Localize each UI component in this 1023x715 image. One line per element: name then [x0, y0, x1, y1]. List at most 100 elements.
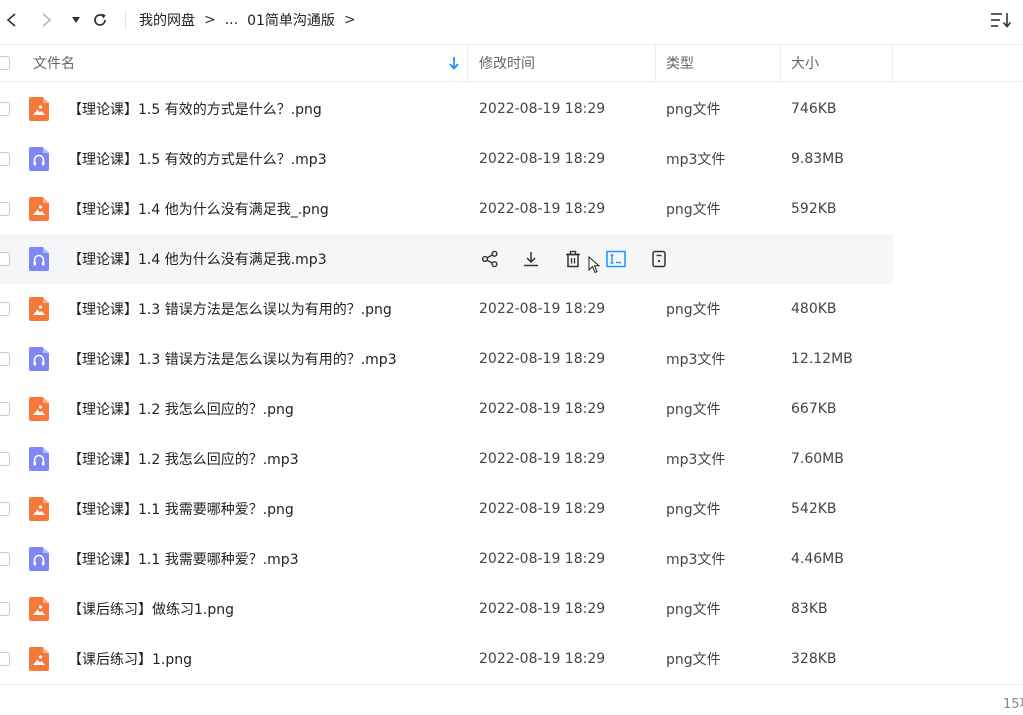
row-checkbox[interactable] — [0, 402, 10, 416]
file-row[interactable]: 【理论课】1.4 他为什么没有满足我.mp3 — [0, 234, 1023, 284]
toolbar: 我的网盘 > ... 01简单沟通版 > — [0, 0, 1023, 40]
file-name[interactable]: 【理论课】1.5 有效的方式是什么？.png — [68, 84, 322, 134]
file-modified: 2022-08-19 18:29 — [479, 551, 606, 567]
file-name[interactable]: 【理论课】1.2 我怎么回应的？.png — [68, 384, 294, 434]
rename-button[interactable] — [605, 247, 627, 271]
column-divider[interactable] — [467, 45, 468, 81]
image-file-icon — [29, 197, 49, 221]
sort-order-button[interactable] — [988, 8, 1014, 32]
header-name[interactable]: 文件名 — [33, 45, 75, 81]
sort-descending-icon[interactable] — [448, 56, 460, 70]
file-size: 4.46MB — [791, 551, 844, 567]
file-size: 746KB — [791, 101, 837, 117]
column-divider[interactable] — [892, 45, 893, 81]
file-row[interactable]: 【理论课】1.4 他为什么没有满足我_.png 2022-08-19 18:29… — [0, 184, 1023, 234]
image-file-icon — [29, 597, 49, 621]
breadcrumb-ellipsis[interactable]: ... — [225, 12, 238, 28]
image-file-icon-wrap — [29, 597, 49, 621]
more-button[interactable] — [648, 247, 670, 271]
breadcrumb-current[interactable]: 01简单沟通版 — [247, 10, 335, 30]
row-checkbox[interactable] — [0, 652, 10, 666]
column-divider[interactable] — [655, 45, 656, 81]
file-row[interactable]: 【理论课】1.3 错误方法是怎么误以为有用的？.mp3 2022-08-19 1… — [0, 334, 1023, 384]
audio-file-icon-wrap — [29, 347, 49, 371]
row-checkbox[interactable] — [0, 252, 10, 266]
image-file-icon — [29, 397, 49, 421]
back-button[interactable] — [0, 8, 24, 32]
file-manager-app: 我的网盘 > ... 01简单沟通版 > 文件名 修改时间 类型 大小 【理论课… — [0, 0, 1023, 715]
file-name[interactable]: 【理论课】1.4 他为什么没有满足我.mp3 — [68, 234, 327, 284]
sort-list-icon — [991, 13, 1012, 28]
mouse-cursor-icon — [588, 255, 601, 278]
item-count: 15项 — [1003, 697, 1023, 712]
header-type[interactable]: 类型 — [666, 45, 694, 81]
file-list-header: 文件名 修改时间 类型 大小 — [0, 44, 1023, 82]
file-name[interactable]: 【理论课】1.3 错误方法是怎么误以为有用的？.png — [68, 284, 392, 334]
audio-file-icon-wrap — [29, 547, 49, 571]
download-button[interactable] — [520, 247, 542, 271]
audio-file-icon — [29, 147, 49, 171]
row-checkbox[interactable] — [0, 202, 10, 216]
header-modified[interactable]: 修改时间 — [479, 45, 535, 81]
file-row[interactable]: 【理论课】1.3 错误方法是怎么误以为有用的？.png 2022-08-19 1… — [0, 284, 1023, 334]
caret-down-icon — [72, 17, 80, 23]
row-checkbox[interactable] — [0, 352, 10, 366]
file-list: 【理论课】1.5 有效的方式是什么？.png 2022-08-19 18:29 … — [0, 84, 1023, 684]
column-divider[interactable] — [780, 45, 781, 81]
file-modified: 2022-08-19 18:29 — [479, 101, 606, 117]
forward-button[interactable] — [34, 8, 58, 32]
row-checkbox[interactable] — [0, 602, 10, 616]
file-row[interactable]: 【课后练习】做练习1.png 2022-08-19 18:29 png文件 83… — [0, 584, 1023, 634]
image-file-icon — [29, 97, 49, 121]
image-file-icon-wrap — [29, 97, 49, 121]
file-modified: 2022-08-19 18:29 — [479, 301, 606, 317]
file-name[interactable]: 【课后练习】1.png — [68, 634, 192, 684]
row-checkbox[interactable] — [0, 502, 10, 516]
delete-button[interactable] — [562, 247, 584, 271]
file-row[interactable]: 【理论课】1.2 我怎么回应的？.png 2022-08-19 18:29 pn… — [0, 384, 1023, 434]
breadcrumb-root[interactable]: 我的网盘 — [139, 10, 195, 30]
file-name[interactable]: 【理论课】1.4 他为什么没有满足我_.png — [68, 184, 329, 234]
share-button[interactable] — [479, 247, 501, 271]
image-file-icon-wrap — [29, 647, 49, 671]
chevron-left-icon — [6, 13, 16, 27]
file-name[interactable]: 【理论课】1.2 我怎么回应的？.mp3 — [68, 434, 299, 484]
chevron-right-icon — [42, 13, 52, 27]
file-name[interactable]: 【理论课】1.5 有效的方式是什么？.mp3 — [68, 134, 327, 184]
row-checkbox[interactable] — [0, 302, 10, 316]
file-modified: 2022-08-19 18:29 — [479, 451, 606, 467]
file-row[interactable]: 【理论课】1.1 我需要哪种爱？.mp3 2022-08-19 18:29 mp… — [0, 534, 1023, 584]
select-all-checkbox[interactable] — [0, 56, 10, 70]
refresh-button[interactable] — [88, 8, 112, 32]
breadcrumb-separator: > — [204, 12, 216, 28]
file-name[interactable]: 【理论课】1.3 错误方法是怎么误以为有用的？.mp3 — [68, 334, 397, 384]
file-size: 12.12MB — [791, 351, 853, 367]
history-dropdown-button[interactable] — [64, 8, 88, 32]
delete-icon — [566, 250, 580, 268]
file-row[interactable]: 【理论课】1.2 我怎么回应的？.mp3 2022-08-19 18:29 mp… — [0, 434, 1023, 484]
footer-divider — [0, 684, 1023, 685]
row-checkbox[interactable] — [0, 552, 10, 566]
file-row[interactable]: 【理论课】1.5 有效的方式是什么？.png 2022-08-19 18:29 … — [0, 84, 1023, 134]
refresh-icon — [94, 13, 106, 26]
file-type: mp3文件 — [666, 152, 726, 168]
row-checkbox[interactable] — [0, 452, 10, 466]
file-row[interactable]: 【理论课】1.1 我需要哪种爱？.png 2022-08-19 18:29 pn… — [0, 484, 1023, 534]
audio-file-icon — [29, 447, 49, 471]
audio-file-icon-wrap — [29, 247, 49, 271]
file-name[interactable]: 【课后练习】做练习1.png — [68, 584, 234, 634]
file-size: 592KB — [791, 201, 837, 217]
file-name[interactable]: 【理论课】1.1 我需要哪种爱？.mp3 — [68, 534, 299, 584]
file-row[interactable]: 【理论课】1.5 有效的方式是什么？.mp3 2022-08-19 18:29 … — [0, 134, 1023, 184]
header-size[interactable]: 大小 — [791, 45, 819, 81]
audio-file-icon-wrap — [29, 447, 49, 471]
file-name[interactable]: 【理论课】1.1 我需要哪种爱？.png — [68, 484, 294, 534]
file-row[interactable]: 【课后练习】1.png 2022-08-19 18:29 png文件 328KB — [0, 634, 1023, 684]
row-checkbox[interactable] — [0, 102, 10, 116]
row-checkbox[interactable] — [0, 152, 10, 166]
file-modified: 2022-08-19 18:29 — [479, 601, 606, 617]
file-type: mp3文件 — [666, 552, 726, 568]
file-size: 480KB — [791, 301, 837, 317]
file-size: 83KB — [791, 601, 828, 617]
file-type: png文件 — [666, 302, 721, 318]
